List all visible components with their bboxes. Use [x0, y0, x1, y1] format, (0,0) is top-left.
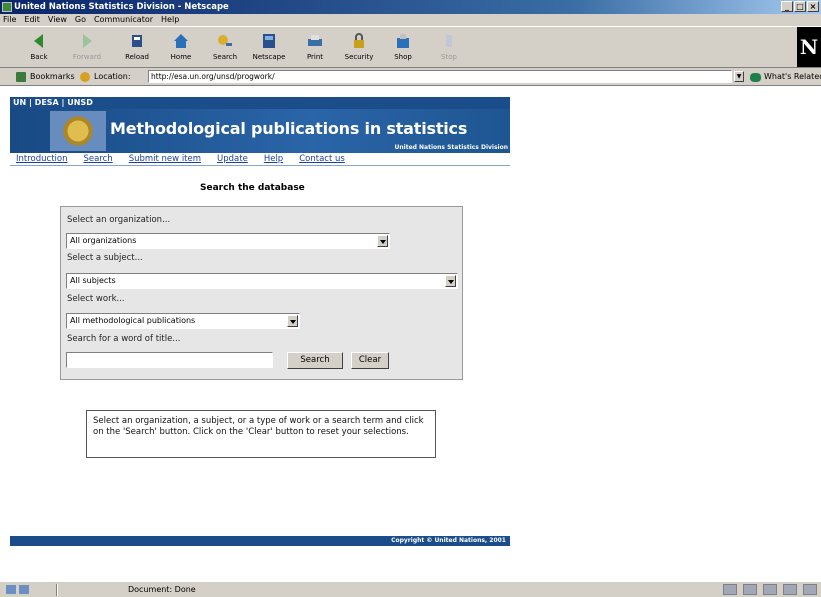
site-breadcrumb[interactable]: UN | DESA | UNSD: [10, 97, 510, 109]
shop-icon: [397, 34, 409, 48]
connection-icon: [6, 585, 16, 594]
stop-icon: [446, 35, 452, 47]
menu-edit[interactable]: Edit: [24, 14, 40, 26]
work-label: Select work...: [67, 294, 125, 304]
lock-icon: [354, 33, 364, 48]
netscape-button[interactable]: Netscape: [252, 29, 286, 65]
subject-select[interactable]: All subjects: [66, 273, 458, 289]
title-word-input[interactable]: [66, 352, 273, 368]
search-heading: Search the database: [200, 183, 305, 193]
forward-arrow-icon: [83, 34, 92, 48]
maximize-button[interactable]: □: [794, 1, 806, 12]
home-icon: [174, 34, 188, 48]
organization-select[interactable]: All organizations: [66, 233, 390, 249]
bookmark-icon: [16, 72, 26, 82]
forward-button[interactable]: Forward: [70, 29, 104, 65]
nav-update[interactable]: Update: [217, 154, 248, 164]
navigation-toolbar: Back Forward Reload Home Search Netscape…: [0, 26, 821, 68]
page-title: Methodological publications in statistic…: [110, 119, 468, 138]
help-text-box: Select an organization, a subject, or a …: [86, 410, 436, 458]
un-emblem-icon: [50, 111, 106, 151]
netscape-logo: N: [797, 27, 821, 67]
banner-subtitle: United Nations Statistics Division: [394, 144, 508, 151]
search-icon: [218, 35, 232, 46]
newsgroups-icon[interactable]: [763, 584, 777, 595]
back-arrow-icon: [34, 34, 43, 48]
title-word-label: Search for a word of title...: [67, 334, 181, 344]
location-bar: Bookmarks Location: http://esa.un.org/un…: [0, 68, 821, 86]
status-icons: [6, 585, 46, 595]
whats-related-button[interactable]: What's Related: [750, 71, 821, 83]
footer-copyright: Copyright © United Nations, 2001: [10, 536, 510, 546]
back-button[interactable]: Back: [22, 29, 56, 65]
search-button[interactable]: Search: [287, 352, 343, 369]
print-icon: [308, 35, 322, 46]
chevron-down-icon: [377, 235, 388, 247]
security-button[interactable]: Security: [342, 29, 376, 65]
reload-button[interactable]: Reload: [120, 29, 154, 65]
netscape-icon: [263, 34, 275, 48]
search-form: Select an organization... All organizati…: [60, 206, 463, 380]
nav-submit-new-item[interactable]: Submit new item: [129, 154, 201, 164]
nav-search[interactable]: Search: [83, 154, 112, 164]
window-title-bar: United Nations Statistics Division - Net…: [0, 0, 821, 14]
netscape-app-icon: [2, 2, 12, 12]
url-field[interactable]: http://esa.un.org/unsd/progwork/: [148, 70, 732, 83]
window-title: United Nations Statistics Division - Net…: [14, 2, 229, 12]
status-bar: Document: Done: [0, 581, 821, 597]
menu-go[interactable]: Go: [75, 14, 86, 26]
home-button[interactable]: Home: [164, 29, 198, 65]
site-nav: Introduction Search Submit new item Upda…: [10, 153, 510, 166]
related-icon: [750, 73, 761, 82]
chevron-down-icon: [445, 275, 456, 287]
menu-view[interactable]: View: [48, 14, 67, 26]
page-content: UN | DESA | UNSD Methodological publicat…: [0, 87, 821, 581]
bookmarks-button[interactable]: Bookmarks: [16, 71, 75, 83]
component-bar: [723, 584, 817, 595]
search-button-toolbar[interactable]: Search: [208, 29, 242, 65]
security-status-icon: [19, 585, 29, 594]
navigator-icon[interactable]: [723, 584, 737, 595]
reload-icon: [132, 35, 142, 47]
site-banner: Methodological publications in statistic…: [10, 109, 510, 153]
mail-icon[interactable]: [743, 584, 757, 595]
chevron-down-icon: [287, 315, 298, 327]
shop-button[interactable]: Shop: [386, 29, 420, 65]
location-label: Location:: [80, 71, 131, 83]
window-controls: _ □ ×: [781, 1, 819, 13]
subject-label: Select a subject...: [67, 253, 143, 263]
status-divider: [56, 584, 58, 596]
status-text: Document: Done: [128, 585, 196, 594]
organization-label: Select an organization...: [67, 215, 171, 225]
menu-help[interactable]: Help: [161, 14, 179, 26]
print-button[interactable]: Print: [298, 29, 332, 65]
minimize-button[interactable]: _: [781, 1, 793, 12]
clear-button[interactable]: Clear: [351, 352, 389, 369]
nav-introduction[interactable]: Introduction: [16, 154, 67, 164]
close-button[interactable]: ×: [807, 1, 819, 12]
url-dropdown-button[interactable]: ▼: [734, 71, 744, 82]
location-icon: [80, 72, 90, 82]
nav-contact-us[interactable]: Contact us: [299, 154, 345, 164]
menu-file[interactable]: File: [3, 14, 16, 26]
work-select[interactable]: All methodological publications: [66, 313, 300, 329]
stop-button[interactable]: Stop: [432, 29, 466, 65]
menu-communicator[interactable]: Communicator: [94, 14, 153, 26]
menu-bar: File Edit View Go Communicator Help: [0, 14, 821, 26]
composer-icon[interactable]: [783, 584, 797, 595]
check-icon[interactable]: [803, 584, 817, 595]
nav-help[interactable]: Help: [264, 154, 283, 164]
